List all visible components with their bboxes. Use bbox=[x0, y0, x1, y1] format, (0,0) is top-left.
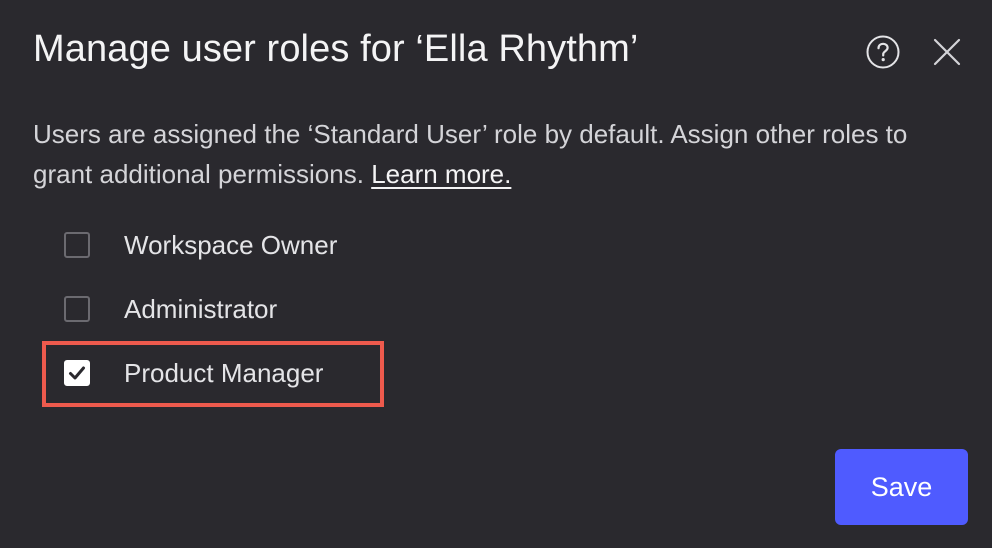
help-button[interactable] bbox=[866, 35, 900, 69]
workspace-owner-checkbox[interactable] bbox=[64, 232, 90, 258]
manage-roles-dialog: Manage user roles for ‘Ella Rhythm’ User… bbox=[0, 0, 992, 548]
close-icon bbox=[933, 38, 961, 66]
role-label: Administrator bbox=[124, 293, 278, 324]
role-option-workspace-owner[interactable]: Workspace Owner bbox=[64, 223, 337, 267]
role-label: Workspace Owner bbox=[124, 229, 338, 260]
dialog-title: Manage user roles for ‘Ella Rhythm’ bbox=[33, 28, 639, 70]
learn-more-link[interactable]: Learn more. bbox=[371, 159, 511, 189]
role-label: Product Manager bbox=[124, 357, 324, 388]
question-circle-icon bbox=[866, 35, 900, 69]
dialog-description: Users are assigned the ‘Standard User’ r… bbox=[33, 114, 933, 194]
role-option-administrator[interactable]: Administrator bbox=[64, 287, 277, 331]
checkmark-icon bbox=[69, 366, 85, 380]
role-option-product-manager[interactable]: Product Manager bbox=[64, 351, 323, 395]
product-manager-checkbox[interactable] bbox=[64, 360, 90, 386]
save-button[interactable]: Save bbox=[835, 449, 968, 525]
administrator-checkbox[interactable] bbox=[64, 296, 90, 322]
close-button[interactable] bbox=[932, 37, 962, 67]
